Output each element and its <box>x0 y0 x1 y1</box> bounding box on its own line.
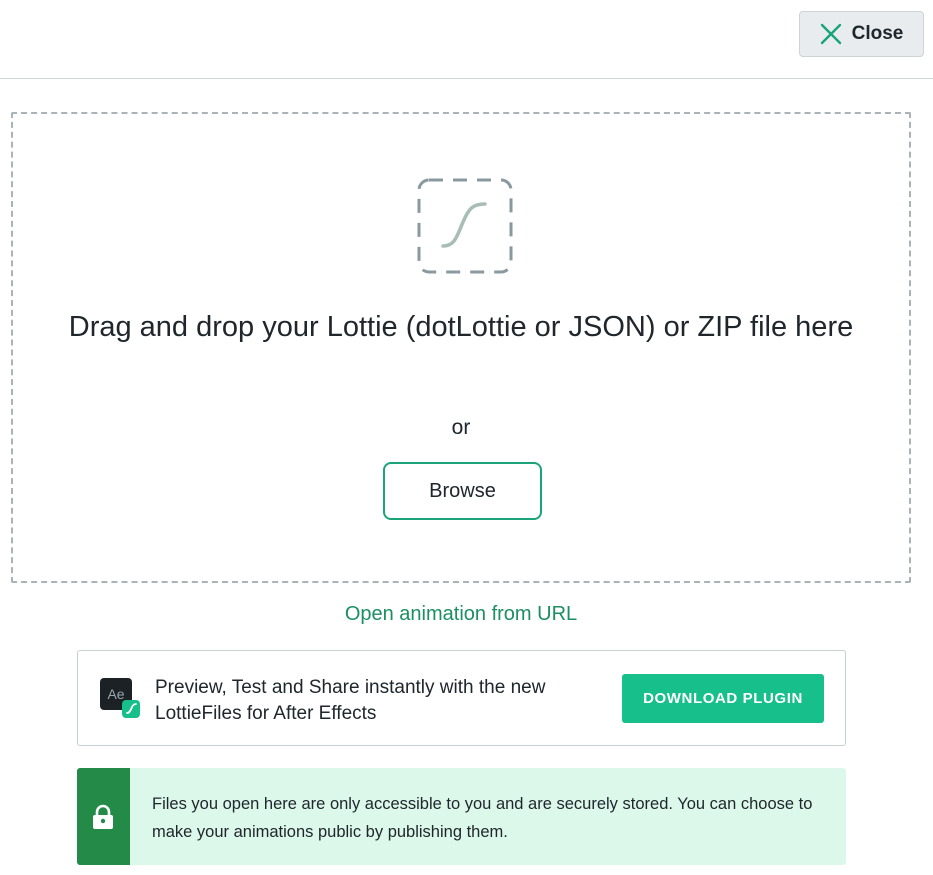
file-dropzone[interactable]: Drag and drop your Lottie (dotLottie or … <box>11 112 911 583</box>
download-plugin-button[interactable]: DOWNLOAD PLUGIN <box>622 674 824 723</box>
plugin-description: Preview, Test and Share instantly with t… <box>155 677 546 724</box>
lock-icon <box>93 804 113 829</box>
svg-text:Ae: Ae <box>107 686 124 702</box>
browse-button[interactable]: Browse <box>383 462 542 520</box>
after-effects-icon: Ae <box>100 678 140 718</box>
after-effects-plugin-card: Ae Preview, Test and Share instantly wit… <box>77 650 846 746</box>
privacy-notice-text: Files you open here are only accessible … <box>152 795 813 841</box>
header-bar: Close <box>0 0 933 79</box>
notice-side-bar <box>77 768 130 865</box>
privacy-notice: Files you open here are only accessible … <box>77 768 846 865</box>
or-separator: or <box>451 416 471 439</box>
open-from-url-link[interactable]: Open animation from URL <box>0 603 922 626</box>
dropzone-prompt: Drag and drop your Lottie (dotLottie or … <box>68 311 854 343</box>
lottie-file-icon <box>417 178 513 274</box>
close-button[interactable]: Close <box>799 11 924 57</box>
close-icon <box>820 23 841 45</box>
close-button-label: Close <box>851 23 904 44</box>
